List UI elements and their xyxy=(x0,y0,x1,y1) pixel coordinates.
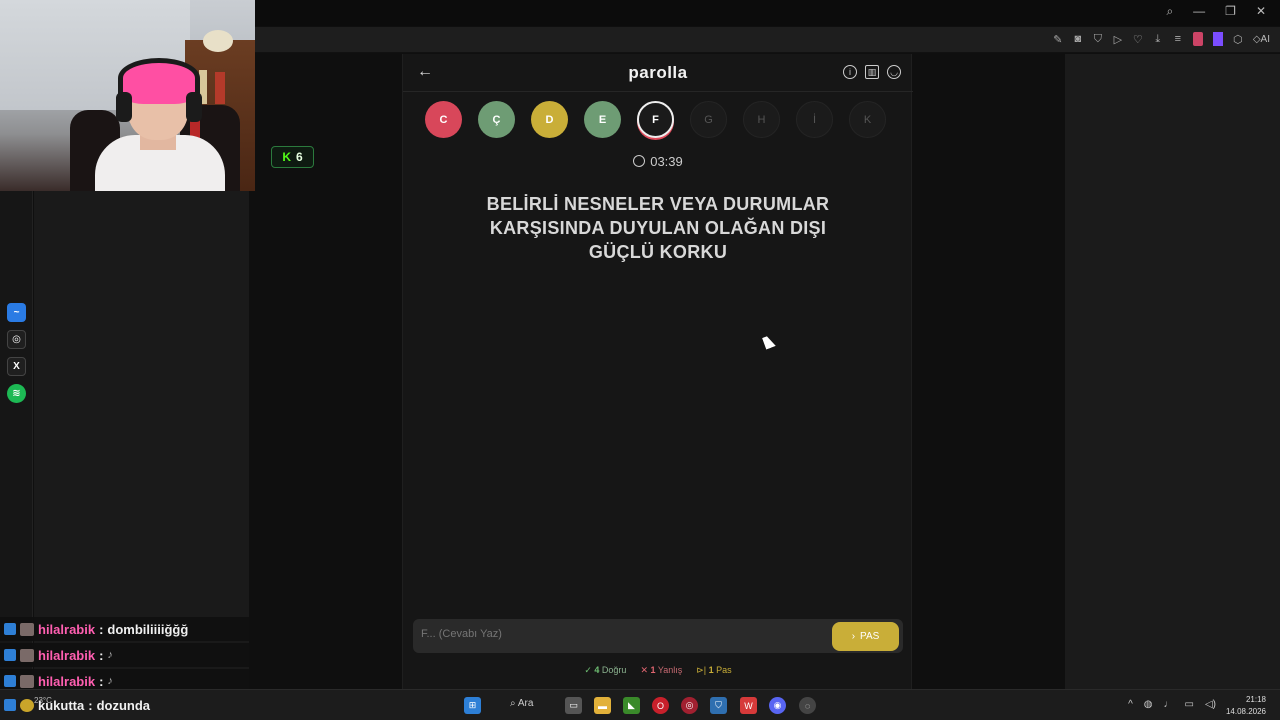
chat-avatar xyxy=(20,698,34,712)
chevron-right-icon: › xyxy=(851,631,856,642)
edit-icon[interactable]: ✎ xyxy=(1053,33,1063,46)
shield-icon[interactable]: ⛉ xyxy=(1093,33,1103,46)
letter-circle-pass: D xyxy=(531,101,568,138)
ai-button[interactable]: ◇AI xyxy=(1253,34,1270,45)
stats-icon[interactable]: ▥ xyxy=(865,65,879,79)
x-mark-icon: ✕ xyxy=(640,665,648,675)
taskbar-search[interactable]: ⌕ Ara xyxy=(510,698,533,709)
letter-wheel: CÇDEFGHİK xyxy=(425,101,886,138)
task-view-icon[interactable]: ▭ xyxy=(565,697,582,714)
answer-bar: › PAS xyxy=(413,619,903,653)
kick-viewer-badge: K 6 xyxy=(271,146,314,168)
camera-icon[interactable]: ◙ xyxy=(1073,33,1083,45)
check-icon: ✓ xyxy=(584,665,592,675)
chat-text: dombiliiiiğğğ xyxy=(107,621,189,637)
score-stats: ✓ 4 Doğru ✕ 1 Yanlış ⊳| 1 Pas xyxy=(403,665,913,676)
window-controls: ⌕ — ❐ ✕ xyxy=(1166,4,1266,19)
app-icon[interactable]: ◎ xyxy=(681,697,698,714)
letter-circle-pending: G xyxy=(690,101,727,138)
kick-icon: K xyxy=(282,150,291,164)
extension-icon[interactable]: ⬡ xyxy=(1233,33,1243,46)
game-header: ← parolla i ▥ ◡ xyxy=(403,54,913,92)
profile-avatar[interactable] xyxy=(1192,32,1203,46)
chat-avatar xyxy=(20,622,34,636)
opera-icon[interactable]: O xyxy=(652,697,669,714)
chat-message: hilalrabik : ♪ xyxy=(0,643,255,667)
microphone-icon[interactable]: ♩ xyxy=(1164,699,1174,710)
shield-app-icon[interactable]: ⛉ xyxy=(710,697,727,714)
minimize-button[interactable]: — xyxy=(1193,4,1205,19)
right-panel xyxy=(1065,54,1280,689)
play-icon[interactable]: ▷ xyxy=(1113,33,1123,46)
discord-icon[interactable]: ◉ xyxy=(769,697,786,714)
pass-button-label: PAS xyxy=(860,631,880,642)
spotify-icon[interactable]: ≋ xyxy=(7,384,26,403)
restore-button[interactable]: ❐ xyxy=(1225,4,1236,19)
x-icon[interactable]: X xyxy=(7,357,26,376)
info-icon[interactable]: i xyxy=(843,65,857,79)
volume-icon[interactable]: ◁) xyxy=(1205,699,1216,710)
heart-icon[interactable]: ♡ xyxy=(1133,33,1143,46)
letter-circle-pending: K xyxy=(849,101,886,138)
windows-taskbar: 23°C ⊞ ⌕ Ara ▭ ▬ ◣ O ◎ ⛉ W ◉ ◌ ^ ◍ ♩ ▭ ◁… xyxy=(0,689,1280,720)
kick-viewer-count: 6 xyxy=(295,150,303,164)
office-icon[interactable]: W xyxy=(740,697,757,714)
chat-badge-icon xyxy=(4,623,16,635)
answer-input[interactable] xyxy=(421,628,821,640)
app-icon-2[interactable]: ◌ xyxy=(799,697,816,714)
chat-username: kukutta xyxy=(38,697,85,713)
letter-circle-correct: E xyxy=(584,101,621,138)
accent-bar xyxy=(1212,32,1223,46)
menu-icon[interactable]: ≡ xyxy=(1173,33,1183,45)
search-icon[interactable]: ⌕ xyxy=(1166,4,1173,19)
whatsapp-icon[interactable]: ◎ xyxy=(7,330,26,349)
question-text: BELİRLİ NESNELER VEYA DURUMLAR KARŞISIND… xyxy=(486,194,830,262)
correct-stat: ✓ 4 Doğru xyxy=(584,665,627,675)
page-title: parolla xyxy=(628,63,688,82)
chat-avatar xyxy=(20,648,34,662)
chat-badge-icon xyxy=(4,699,16,711)
chat-panel xyxy=(34,191,249,689)
system-tray: ^ ◍ ♩ ▭ ◁) xyxy=(1128,699,1216,710)
clock-icon xyxy=(633,155,646,167)
wrong-stat: ✕ 1 Yanlış xyxy=(640,665,683,675)
letter-circle-wrong: C xyxy=(425,101,462,138)
download-icon[interactable]: ⤓ xyxy=(1153,33,1163,46)
close-button[interactable]: ✕ xyxy=(1256,4,1266,19)
browser-toolbar: ✎ ◙ ⛉ ▷ ♡ ⤓ ≡ ⬡ ◇AI xyxy=(255,27,1280,53)
chat-message: hilalrabik : dombiliiiiğğğ xyxy=(0,617,255,641)
user-icon[interactable]: ◡ xyxy=(887,65,901,79)
chat-badge-icon xyxy=(4,649,16,661)
chevron-up-icon[interactable]: ^ xyxy=(1128,699,1133,710)
chat-badge-icon xyxy=(4,675,16,687)
pass-button[interactable]: › PAS xyxy=(832,622,899,651)
letter-circle-pending: H xyxy=(743,101,780,138)
timer: 03:39 xyxy=(403,154,913,169)
system-clock[interactable]: 21:18 14.08.2026 xyxy=(1226,694,1266,718)
letter-circle-current: F xyxy=(637,101,674,138)
emote-icon: ♪ xyxy=(107,649,113,661)
chat-username: hilalrabik xyxy=(38,673,96,689)
network-icon[interactable]: ▭ xyxy=(1185,699,1194,710)
chat-username: hilalrabik xyxy=(38,621,96,637)
file-explorer-icon[interactable]: ▬ xyxy=(594,697,611,714)
game-panel: ← parolla i ▥ ◡ CÇDEFGHİK 03:39 BELİRLİ … xyxy=(402,54,913,689)
letter-circle-correct: Ç xyxy=(478,101,515,138)
tray-app-icon[interactable]: ◍ xyxy=(1144,699,1153,710)
skip-icon: ⊳| xyxy=(696,665,707,675)
pass-stat: ⊳| 1 Pas xyxy=(696,665,732,675)
chat-username: hilalrabik xyxy=(38,647,96,663)
chat-message: kukutta : dozunda xyxy=(0,693,150,717)
emote-icon: ♪ xyxy=(107,675,113,687)
messenger-icon[interactable]: ~ xyxy=(7,303,26,322)
chat-text: dozunda xyxy=(96,697,151,713)
letter-circle-pending: İ xyxy=(796,101,833,138)
webcam-overlay xyxy=(0,0,255,191)
chat-avatar xyxy=(20,674,34,688)
start-icon[interactable]: ⊞ xyxy=(464,697,481,714)
timer-value: 03:39 xyxy=(650,154,683,169)
nvidia-icon[interactable]: ◣ xyxy=(623,697,640,714)
sidebar-rail: ~ ◎ X ≋ xyxy=(0,191,33,689)
search-icon: ⌕ xyxy=(510,698,516,709)
